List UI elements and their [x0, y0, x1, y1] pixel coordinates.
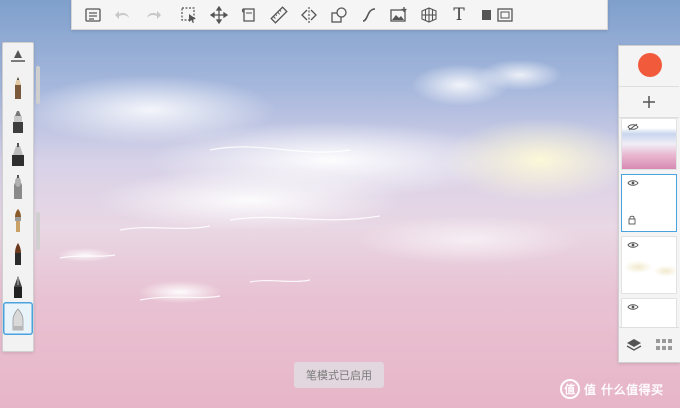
list-icon[interactable]: [78, 0, 108, 30]
layers-icon[interactable]: [626, 338, 642, 352]
pen-mode-toast: 笔模式已启用: [294, 362, 384, 388]
drawing-canvas[interactable]: [0, 0, 680, 408]
lock-icon[interactable]: [628, 215, 636, 225]
color-puck[interactable]: [638, 53, 662, 77]
eye-icon[interactable]: [627, 303, 639, 311]
ink-brush-icon[interactable]: [3, 236, 33, 269]
top-toolbar: T: [71, 0, 608, 30]
layer-thumbnail-3[interactable]: [621, 236, 677, 294]
pen-brush-icon[interactable]: [3, 269, 33, 302]
felt-tip-brush-icon[interactable]: [3, 137, 33, 170]
grid-icon[interactable]: [656, 339, 672, 351]
palette-scroll-handle[interactable]: [36, 66, 40, 104]
soft-eraser-brush-icon[interactable]: [3, 302, 33, 335]
airbrush-icon[interactable]: [3, 170, 33, 203]
canvas-strokes: [59, 146, 381, 301]
paint-brush-icon[interactable]: [3, 203, 33, 236]
selection-icon[interactable]: [174, 0, 204, 30]
pencil-brush-icon[interactable]: [3, 71, 33, 104]
stroke-icon[interactable]: [354, 0, 384, 30]
brush-palette: [2, 42, 34, 352]
hidden-eye-icon[interactable]: [627, 123, 639, 131]
watermark-logo: 值: [560, 379, 580, 399]
undo-icon[interactable]: [108, 0, 138, 30]
perspective-icon[interactable]: [414, 0, 444, 30]
layer-thumbnail-4[interactable]: [621, 298, 677, 328]
transform-icon[interactable]: [204, 0, 234, 30]
image-icon[interactable]: [384, 0, 414, 30]
redo-icon[interactable]: [138, 0, 168, 30]
symmetry-icon[interactable]: [294, 0, 324, 30]
layer-panel: [618, 45, 680, 363]
plus-icon: [643, 96, 655, 108]
toast-text: 笔模式已启用: [306, 369, 372, 382]
palette-scroll-handle-lower[interactable]: [36, 212, 40, 250]
watermark-text: 值 什么值得买: [584, 382, 664, 397]
ruler-icon[interactable]: [264, 0, 294, 30]
watermark: 值 值 什么值得买: [560, 378, 664, 400]
shapes-icon[interactable]: [324, 0, 354, 30]
canvas-icon[interactable]: [234, 0, 264, 30]
brush-properties-icon[interactable]: [3, 43, 33, 71]
eye-icon[interactable]: [627, 179, 639, 187]
eye-icon[interactable]: [627, 241, 639, 249]
view-icon[interactable]: [474, 0, 522, 30]
layer-thumbnail-1[interactable]: [621, 118, 677, 170]
layer-thumbnail-2[interactable]: [621, 174, 677, 232]
marker-brush-icon[interactable]: [3, 104, 33, 137]
text-tool-glyph: T: [453, 4, 465, 25]
layer-footer: [619, 327, 679, 362]
add-layer-button[interactable]: [619, 86, 679, 118]
text-icon[interactable]: T: [444, 0, 474, 30]
